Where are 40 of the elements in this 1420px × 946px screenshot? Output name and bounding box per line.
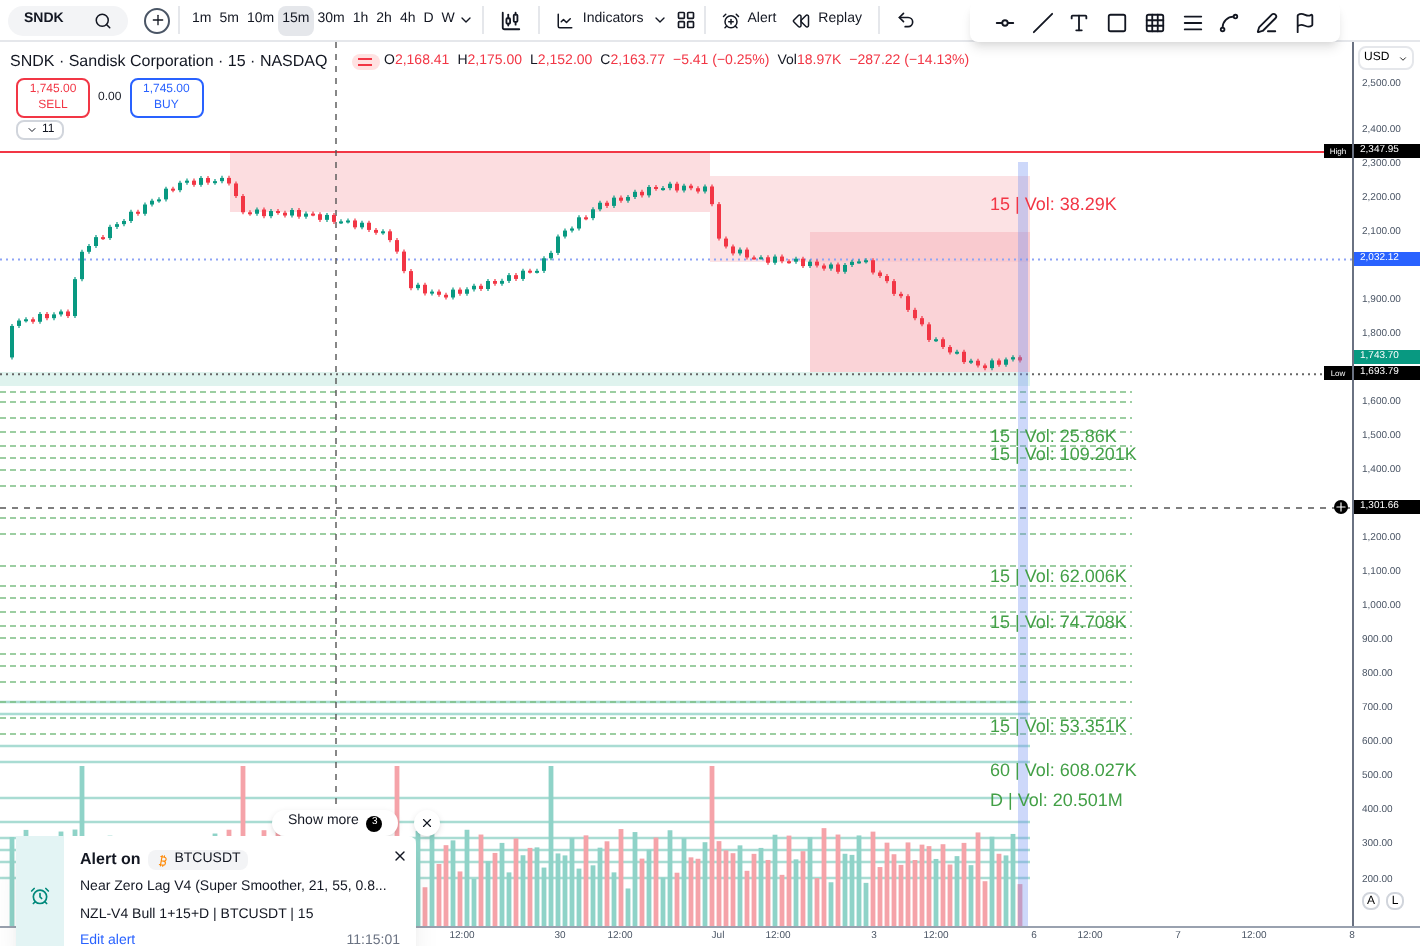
volume-label: 15 | Vol: 74.708K: [990, 614, 1127, 632]
flag-tool-icon[interactable]: [1294, 11, 1316, 33]
alarm-icon: [721, 11, 740, 29]
line-tool-icon[interactable]: [1031, 11, 1054, 33]
add-symbol-button[interactable]: [144, 7, 170, 33]
close-button[interactable]: [414, 810, 441, 836]
chevron-icon: [1398, 53, 1408, 63]
pen-tool-icon[interactable]: [1256, 11, 1279, 33]
close-icon[interactable]: [392, 848, 408, 864]
grid-tool-icon[interactable]: [1143, 11, 1166, 33]
volume-label: 60 | Vol: 608.027K: [990, 762, 1137, 780]
plus-icon: [149, 12, 165, 28]
volume-label: 15 | Vol: 25.86K: [990, 428, 1117, 446]
add-icon[interactable]: [1334, 499, 1348, 513]
visibility-toggle[interactable]: [351, 54, 380, 70]
alarm-icon: [30, 886, 50, 906]
search-icon: [94, 11, 112, 29]
alert-title: Alert on: [80, 848, 141, 872]
chevron-icon: [26, 124, 38, 136]
chevron-icon[interactable]: [651, 12, 668, 28]
rectangle-tool-icon[interactable]: [1106, 11, 1129, 33]
rewind-icon: [792, 11, 811, 29]
volume-label: D | Vol: 20.501M: [990, 792, 1123, 810]
text-tool-icon[interactable]: [1068, 11, 1091, 33]
volume-label: 15 | Vol: 62.006K: [990, 568, 1127, 586]
volume-label: 15 | Vol: 38.29K: [990, 196, 1117, 214]
candles-icon[interactable]: [500, 9, 523, 31]
lines-tool-icon[interactable]: [1181, 11, 1204, 33]
undo-icon[interactable]: [895, 10, 916, 30]
chevron-icon[interactable]: [458, 12, 475, 28]
curve-tool-icon[interactable]: [1218, 11, 1241, 33]
equals-icon: [358, 58, 373, 66]
close-icon: [420, 816, 435, 830]
volume-label: 15 | Vol: 53.351K: [990, 718, 1127, 736]
volume-label: 15 | Vol: 109.201K: [990, 446, 1137, 464]
chart-icon: [556, 11, 575, 29]
symbol-title: SNDK · Sandisk Corporation · 15 · NASDAQ: [10, 50, 328, 74]
bitcoin-icon: [156, 853, 171, 867]
volume-bar: [9, 837, 15, 926]
layout-icon[interactable]: [675, 10, 696, 30]
